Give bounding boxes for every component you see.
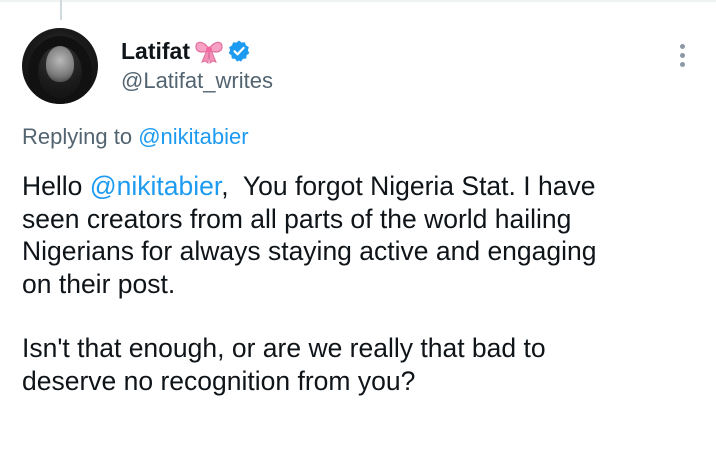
avatar[interactable] xyxy=(22,28,98,104)
tweet-paragraph-1: Hello @nikitabier, You forgot Nigeria St… xyxy=(22,170,702,300)
tweet-line-1-rest: , You forgot Nigeria Stat. I have xyxy=(221,171,596,201)
more-options-icon[interactable] xyxy=(676,44,688,72)
tweet-paragraph-2: Isn't that enough, or are we really that… xyxy=(22,332,702,397)
ribbon-bow-icon xyxy=(194,38,224,64)
tweet-line-4: on their post. xyxy=(22,268,176,299)
tweet-line-3: Nigerians for always staying active and … xyxy=(22,236,597,266)
author-name-row: Latifat xyxy=(121,36,251,66)
tweet-text: Hello @nikitabier, You forgot Nigeria St… xyxy=(22,170,702,397)
tweet-mention-link[interactable]: @nikitabier xyxy=(90,171,222,201)
replying-to-line: Replying to @nikitabier xyxy=(22,124,249,150)
tweet-greeting: Hello xyxy=(22,171,90,201)
author-handle[interactable]: @Latifat_writes xyxy=(121,68,273,94)
top-divider xyxy=(0,0,716,2)
avatar-face xyxy=(46,46,74,82)
verified-badge-icon[interactable] xyxy=(227,39,251,63)
author-display-name[interactable]: Latifat xyxy=(121,38,190,65)
tweet-line-5: Isn't that enough, or are we really that… xyxy=(22,333,546,363)
thread-connector-line xyxy=(60,0,62,20)
tweet-line-2: seen creators from all parts of the worl… xyxy=(22,203,572,234)
tweet-line-6: deserve no recognition from you? xyxy=(22,365,416,396)
replying-to-mention-link[interactable]: @nikitabier xyxy=(138,124,248,149)
replying-to-prefix: Replying to xyxy=(22,124,133,149)
